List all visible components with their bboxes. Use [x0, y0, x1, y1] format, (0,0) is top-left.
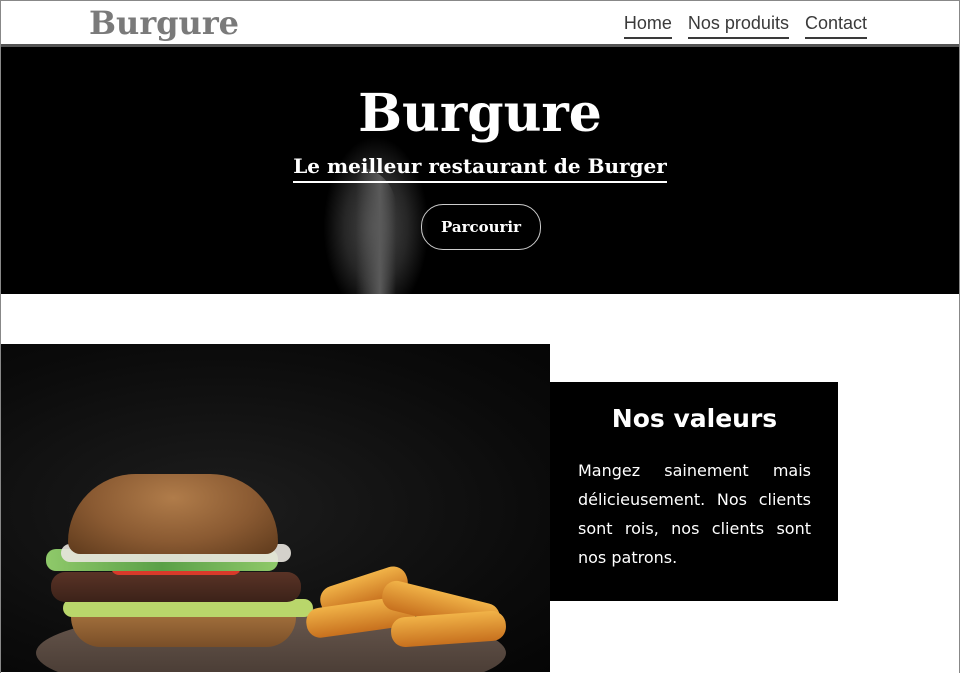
site-logo[interactable]: Burgure	[89, 3, 239, 43]
burger-photo	[1, 344, 550, 672]
bun-top-shape	[68, 474, 278, 554]
hero-title: Burgure	[358, 83, 602, 144]
patty-shape	[51, 572, 301, 602]
nav-link-home[interactable]: Home	[623, 12, 672, 39]
hero-portrait-highlight	[356, 167, 396, 294]
values-title: Nos valeurs	[611, 404, 778, 433]
values-card: Nos valeurs Mangez sainement mais délici…	[550, 382, 838, 601]
nav-link-products[interactable]: Nos produits	[687, 12, 789, 39]
values-text: Mangez sainement mais délicieusement. No…	[578, 461, 811, 567]
browse-button[interactable]: Parcourir	[421, 204, 541, 250]
main-nav: Home Nos produits Contact	[623, 12, 867, 39]
nav-link-contact[interactable]: Contact	[804, 12, 867, 39]
hero-subtitle: Le meilleur restaurant de Burger	[293, 153, 667, 183]
site-header: Burgure Home Nos produits Contact	[0, 0, 960, 44]
hero-banner: Burgure Le meilleur restaurant de Burger…	[1, 47, 959, 294]
